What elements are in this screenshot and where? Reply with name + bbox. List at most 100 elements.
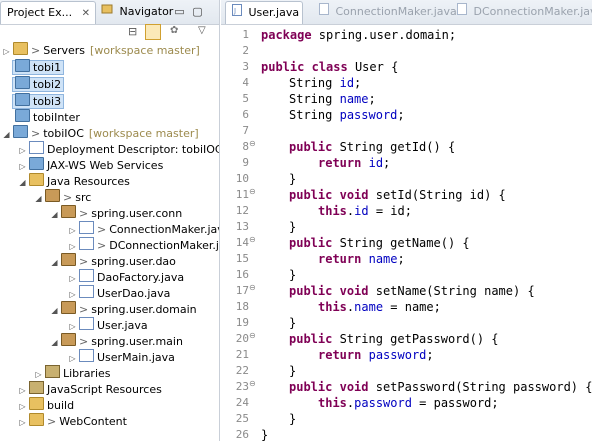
code-line-16: } bbox=[289, 267, 296, 283]
code-line-21: return password; bbox=[318, 347, 434, 363]
tree-item-src[interactable]: ◢ > src bbox=[34, 189, 91, 205]
code-line-11: public void setId(String id) { bbox=[289, 187, 506, 203]
project-icon bbox=[15, 76, 30, 89]
tree-item-label: tobi2 bbox=[33, 78, 62, 91]
code-text: ; bbox=[383, 156, 391, 170]
close-icon[interactable]: ✕ bbox=[82, 3, 90, 25]
tree-item-build[interactable]: ▷ build bbox=[18, 397, 74, 413]
tree-item-label: DConnectionMaker.java bbox=[109, 239, 219, 252]
editor-tab-connectionmaker[interactable]: ConnectionMaker.java bbox=[313, 1, 457, 23]
link-editor-icon[interactable] bbox=[145, 24, 161, 40]
code-text: } bbox=[289, 268, 297, 282]
tree-item-usermain[interactable]: ▷ UserMain.java bbox=[68, 349, 175, 365]
tree-item-libraries[interactable]: ▷ Libraries bbox=[34, 365, 111, 381]
tree-item-userdao[interactable]: ▷ UserDao.java bbox=[68, 285, 170, 301]
code-text: } bbox=[289, 364, 297, 378]
type-name: String bbox=[289, 92, 333, 106]
field-name: name bbox=[354, 300, 384, 314]
keyword: public bbox=[289, 380, 333, 394]
code-text: spring.user.domain; bbox=[311, 28, 457, 42]
view-menu-icon[interactable]: ▽ bbox=[198, 25, 206, 36]
dirty-marker: > bbox=[31, 44, 41, 57]
tree-item-daofactory[interactable]: ▷ DaoFactory.java bbox=[68, 269, 184, 285]
tab-navigator-label: Navigator bbox=[119, 5, 174, 18]
collapse-icon[interactable]: ◢ bbox=[50, 303, 59, 319]
code-line-19: } bbox=[289, 315, 296, 331]
collapse-icon[interactable]: ◢ bbox=[50, 207, 59, 223]
explorer-tabbar: Project Ex... ✕ Navigator ▭ ▢ bbox=[0, 0, 219, 25]
dirty-marker: > bbox=[63, 191, 73, 204]
tree-item-dconnectionmaker[interactable]: ▷>DConnectionMaker.java bbox=[68, 237, 219, 253]
folder-icon bbox=[29, 413, 44, 426]
code-text: ; bbox=[368, 92, 376, 106]
collapse-icon[interactable]: ◢ bbox=[2, 127, 11, 143]
webservice-icon bbox=[29, 157, 44, 170]
tree-item-jaxws[interactable]: ▷ JAX-WS Web Services bbox=[18, 157, 163, 173]
explorer-toolbar: ⊟ ✿ ▽ bbox=[0, 24, 219, 40]
editor-tab-dconnectionmaker[interactable]: DConnectionMaker.java bbox=[451, 1, 592, 23]
code-line-18: this.name = name; bbox=[318, 299, 441, 315]
tree-item-tobi1[interactable]: tobi1 bbox=[12, 59, 65, 75]
field-name: name bbox=[339, 92, 369, 106]
collapse-icon[interactable]: ◢ bbox=[18, 175, 27, 191]
tree-item-js-resources[interactable]: ▷ JavaScript Resources bbox=[18, 381, 162, 397]
tree-item-pkg-main[interactable]: ◢ > spring.user.main bbox=[50, 333, 183, 349]
dirty-marker: > bbox=[97, 239, 107, 252]
tree-item-webcontent[interactable]: ▷ > WebContent bbox=[18, 413, 127, 429]
code-line-5: String name; bbox=[289, 91, 376, 107]
tree-item-pkg-domain[interactable]: ◢ > spring.user.domain bbox=[50, 301, 197, 317]
code-area[interactable]: package spring.user.domain; public class… bbox=[221, 25, 592, 441]
folder-icon bbox=[29, 397, 44, 410]
tree-item-label: spring.user.main bbox=[91, 335, 183, 348]
dirty-marker: > bbox=[97, 223, 107, 236]
code-line-6: String password; bbox=[289, 107, 405, 123]
keyword: public bbox=[289, 236, 333, 250]
tree-item-tobi2[interactable]: tobi2 bbox=[12, 76, 65, 92]
field-name: id bbox=[368, 156, 384, 170]
tab-project-explorer[interactable]: Project Ex... ✕ bbox=[0, 1, 96, 24]
tree-item-tobiinter[interactable]: tobiInter bbox=[15, 109, 80, 125]
minimize-icon[interactable]: ▭ bbox=[172, 4, 187, 19]
code-text: = password; bbox=[411, 396, 499, 410]
code-text: = id; bbox=[368, 204, 412, 218]
code-line-1: package spring.user.domain; bbox=[261, 27, 456, 43]
collapse-icon[interactable]: ◢ bbox=[34, 191, 43, 207]
editor-tab-user-java[interactable]: J User.java bbox=[225, 1, 303, 24]
collapse-icon[interactable]: ◢ bbox=[50, 255, 59, 271]
tree-item-label: JavaScript Resources bbox=[47, 383, 162, 396]
expand-icon[interactable]: ▷ bbox=[18, 415, 27, 431]
code-text: setId(String id) { bbox=[368, 188, 506, 202]
collapse-all-icon[interactable]: ⊟ bbox=[128, 25, 137, 38]
tree-item-tobi3[interactable]: tobi3 bbox=[12, 93, 65, 109]
code-line-24: this.password = password; bbox=[318, 395, 499, 411]
keyword: return bbox=[318, 252, 362, 266]
code-text: User { bbox=[347, 60, 399, 74]
keyword: class bbox=[311, 60, 348, 74]
tree-item-user-java[interactable]: ▷ User.java bbox=[68, 317, 148, 333]
code-line-3: public class User { bbox=[261, 59, 398, 75]
tree-item-label: build bbox=[47, 399, 75, 412]
tree-item-label: Java Resources bbox=[47, 175, 130, 188]
collapse-icon[interactable]: ◢ bbox=[50, 335, 59, 351]
tree-item-java-resources[interactable]: ◢ Java Resources bbox=[18, 173, 130, 189]
filter-icon[interactable]: ✿ bbox=[170, 25, 178, 36]
dirty-marker: > bbox=[47, 415, 57, 428]
tree-item-pkg-dao[interactable]: ◢ > spring.user.dao bbox=[50, 253, 176, 269]
tree-item-deployment-descriptor[interactable]: ▷ Deployment Descriptor: tobiIOC bbox=[18, 141, 219, 157]
code-text: = name; bbox=[383, 300, 441, 314]
keyword: public bbox=[289, 188, 333, 202]
maximize-icon[interactable]: ▢ bbox=[190, 4, 205, 19]
keyword: this bbox=[318, 396, 347, 410]
tree-item-pkg-conn[interactable]: ◢ > spring.user.conn bbox=[50, 205, 182, 221]
tab-navigator[interactable]: Navigator bbox=[95, 1, 173, 23]
tree-item-tobiioc[interactable]: ◢ > tobiIOC [workspace master] bbox=[2, 125, 199, 141]
tree-item-servers[interactable]: ▷ > Servers [workspace master] bbox=[2, 42, 200, 58]
code-text: setPassword(String password) { bbox=[368, 380, 592, 394]
tree-item-label: spring.user.domain bbox=[91, 303, 197, 316]
code-text: } bbox=[289, 316, 297, 330]
expand-icon[interactable]: ▷ bbox=[2, 44, 11, 60]
tree-item-label: JAX-WS Web Services bbox=[47, 159, 164, 172]
tree-item-connectionmaker[interactable]: ▷ > ConnectionMaker.java bbox=[68, 221, 219, 237]
